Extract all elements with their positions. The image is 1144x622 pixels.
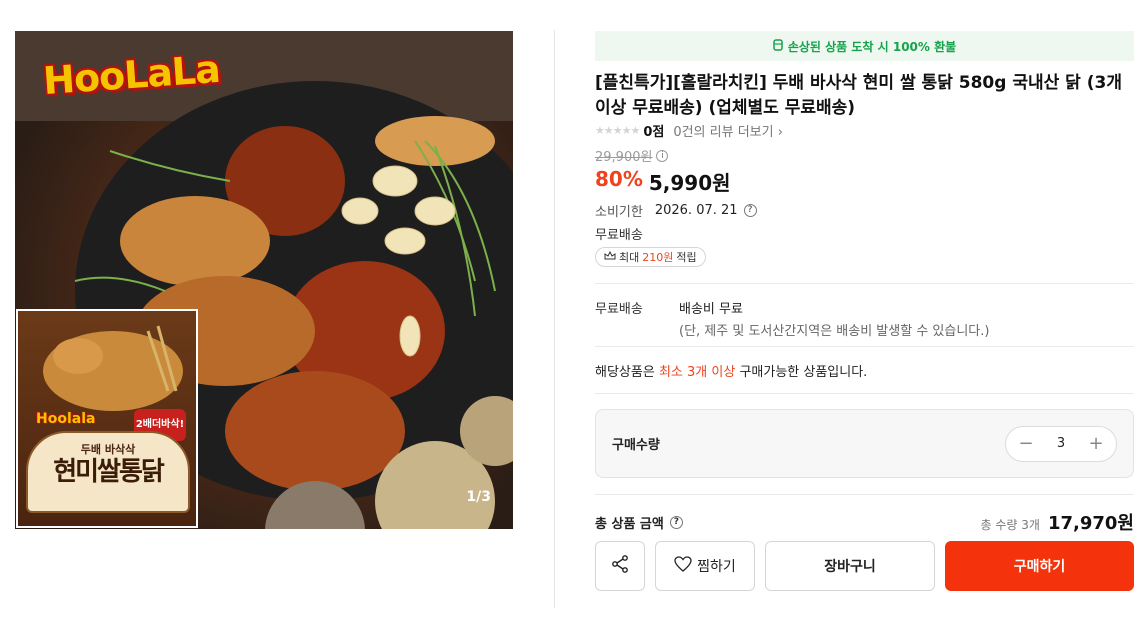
total-summary: 총 수량 3개 17,970원	[981, 509, 1134, 535]
refund-banner: 손상된 상품 도착 시 100% 환불	[595, 31, 1134, 61]
points-value: 210원	[642, 251, 674, 264]
package-subtitle: 두배 바삭삭	[80, 443, 136, 456]
review-link[interactable]: 0건의 리뷰 더보기 ›	[673, 121, 783, 140]
notice-suffix: 구매가능한 상품입니다.	[739, 365, 868, 380]
divider	[595, 393, 1134, 394]
original-price: 29,900원	[595, 150, 653, 165]
package-title: 현미쌀통닭	[53, 457, 165, 487]
points-suffix: 적립	[676, 251, 697, 264]
decrease-button[interactable]: −	[1016, 433, 1036, 454]
heart-icon	[674, 556, 692, 576]
notice-prefix: 해당상품은	[595, 365, 655, 380]
free-shipping-label: 무료배송	[595, 228, 643, 243]
rating-row: ★★★★★ 0점 0건의 리뷰 더보기 ›	[595, 121, 783, 140]
question-icon[interactable]: ?	[743, 204, 757, 217]
buy-now-button[interactable]: 구매하기	[945, 541, 1134, 591]
quantity-value[interactable]: 3	[1057, 436, 1065, 451]
rating-score: 0점	[643, 125, 665, 140]
wishlist-button[interactable]: 찜하기	[655, 541, 755, 591]
quantity-selector: 구매수량 − 3 +	[595, 409, 1134, 478]
points-badge: 최대 210원 적립	[595, 247, 706, 267]
add-to-cart-button[interactable]: 장바구니	[765, 541, 935, 591]
total-label-group: 총 상품 금액 ?	[595, 513, 683, 532]
action-buttons: 찜하기 장바구니 구매하기	[595, 541, 1134, 591]
discount-rate: 80%	[595, 167, 643, 191]
total-price: 17,970원	[1047, 513, 1134, 534]
quantity-label: 구매수량	[612, 438, 660, 453]
package-thumbnail: Hoolala 2배더바삭! 두배 바삭삭 현미쌀통닭	[16, 309, 198, 528]
image-counter: 1/3	[466, 489, 491, 505]
review-link-label: 0건의 리뷰 더보기	[673, 125, 774, 140]
refund-banner-text: 손상된 상품 도착 시 100% 환불	[787, 39, 957, 54]
product-title: [플친특가][홀랄라치킨] 두배 바사삭 현미 쌀 통닭 580g 국내산 닭 …	[595, 73, 1122, 118]
share-button[interactable]	[595, 541, 645, 591]
increase-button[interactable]: +	[1086, 433, 1106, 454]
sale-price: 5,990원	[648, 171, 731, 195]
divider	[595, 346, 1134, 347]
original-price-row: 29,900원 i	[595, 146, 669, 165]
divider	[595, 494, 1134, 495]
product-image-gallery[interactable]: HooLaLa Hoolala 2배더바삭! 두배 바삭삭 현미쌀통닭 1/3	[15, 31, 513, 529]
question-icon[interactable]: ?	[669, 515, 683, 529]
column-divider	[554, 30, 555, 608]
expiry-row: 소비기한 2026. 07. 21 ?	[595, 201, 757, 220]
points-prefix: 최대	[619, 251, 640, 264]
wishlist-label: 찜하기	[697, 559, 736, 575]
package-brand-logo: Hoolala	[36, 411, 96, 427]
shipping-note: (단, 제주 및 도서산간지역은 배송비 발생할 수 있습니다.)	[679, 324, 990, 339]
shipping-fee: 배송비 무료	[679, 302, 743, 317]
shipping-row: 무료배송 배송비 무료 (단, 제주 및 도서산간지역은 배송비 발생할 수 있…	[595, 298, 989, 339]
shipping-label: 무료배송	[595, 302, 643, 317]
expiry-label: 소비기한	[595, 205, 643, 220]
shipping-details: 배송비 무료 (단, 제주 및 도서산간지역은 배송비 발생할 수 있습니다.)	[679, 298, 989, 339]
chevron-right-icon: ›	[777, 125, 783, 140]
product-info-panel: 손상된 상품 도착 시 100% 환불 [플친특가][홀랄라치킨] 두배 바사삭…	[595, 31, 1134, 591]
expiry-value-group: 2026. 07. 21 ?	[655, 203, 757, 218]
total-label: 총 상품 금액	[595, 516, 664, 532]
box-icon	[773, 38, 783, 54]
total-quantity: 총 수량 3개	[980, 518, 1040, 532]
expiry-date: 2026. 07. 21	[654, 203, 738, 218]
notice-highlight: 최소 3개 이상	[658, 365, 736, 380]
quantity-stepper: − 3 +	[1005, 425, 1117, 462]
info-icon[interactable]: i	[656, 149, 669, 162]
share-icon	[610, 554, 630, 578]
price-row: 80% 5,990원	[595, 167, 731, 196]
crown-icon	[604, 250, 616, 264]
minimum-order-notice: 해당상품은 최소 3개 이상 구매가능한 상품입니다.	[595, 361, 867, 380]
rating-stars-icon: ★★★★★	[595, 124, 640, 137]
package-label-panel: 두배 바삭삭 현미쌀통닭	[26, 431, 190, 513]
divider	[595, 283, 1134, 284]
total-row: 총 상품 금액 ? 총 수량 3개 17,970원	[595, 509, 1134, 535]
